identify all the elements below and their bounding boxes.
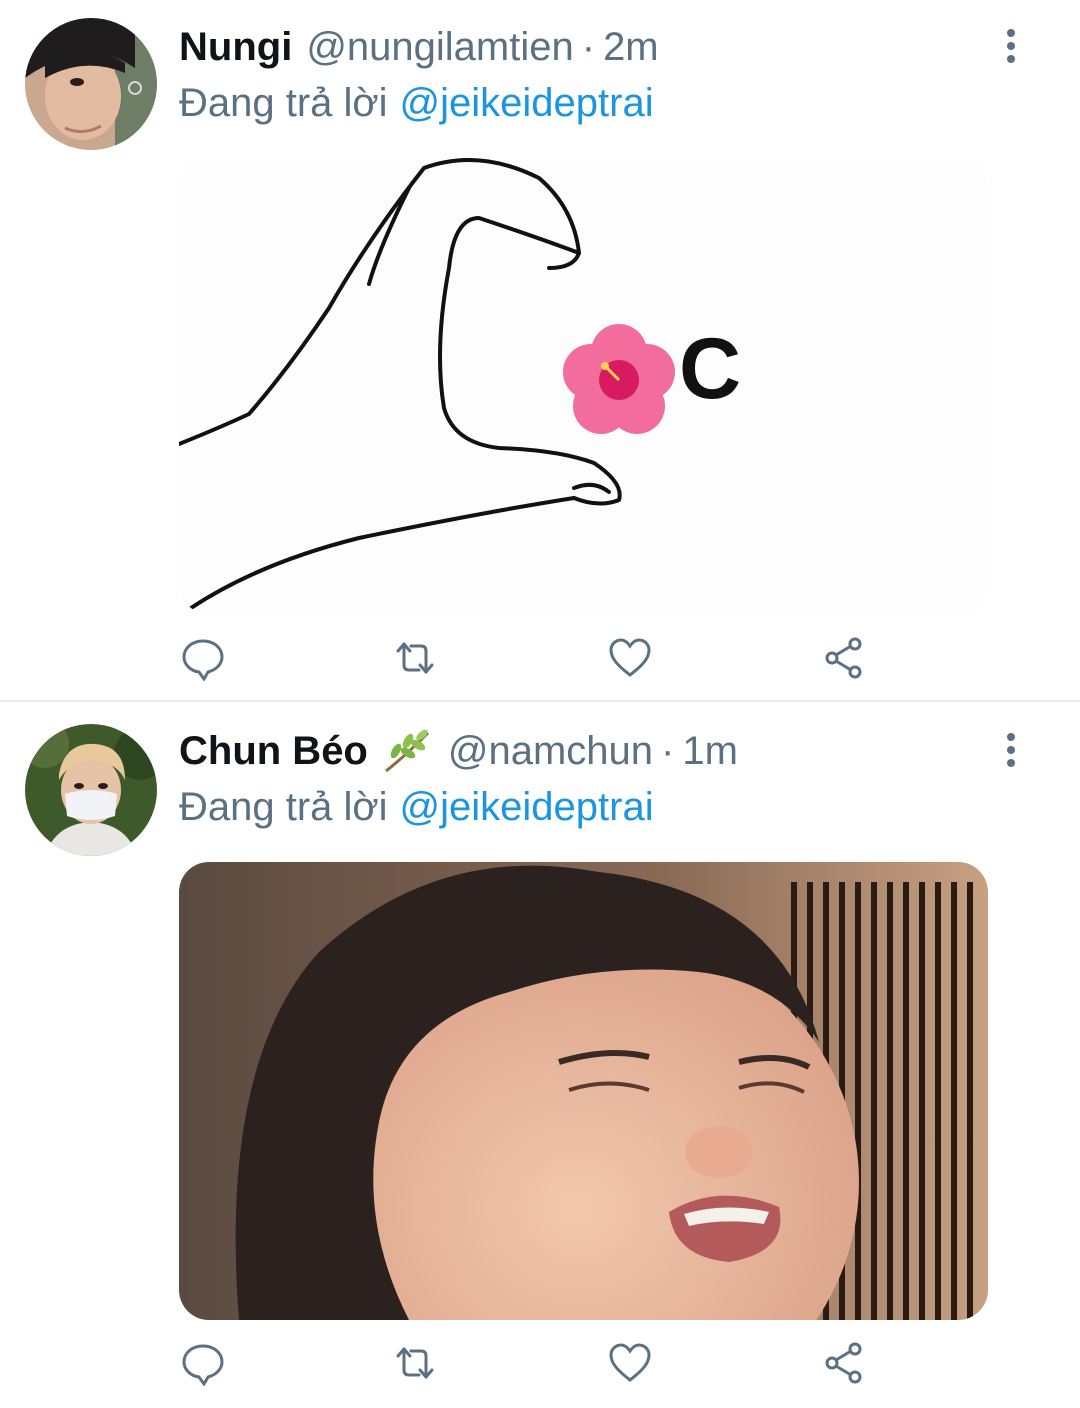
more-options-icon[interactable] (995, 26, 1027, 66)
retweet-icon[interactable] (392, 1340, 438, 1386)
tweet-image[interactable] (179, 862, 988, 1320)
tweet-actions (179, 1340, 899, 1386)
separator: · (581, 25, 596, 69)
more-options-icon[interactable] (995, 730, 1027, 770)
reply-context: Đang trả lời @jeikeideptrai (179, 78, 654, 128)
avatar[interactable] (25, 18, 157, 150)
timestamp[interactable]: 1m (682, 726, 738, 776)
avatar[interactable] (25, 724, 157, 856)
tweet-image[interactable]: C (179, 158, 988, 614)
tweet-header: Nungi @nungilamtien · 2m (179, 22, 659, 72)
reply-context: Đang trả lời @jeikeideptrai (179, 782, 654, 832)
reply-prefix: Đang trả lời (179, 785, 388, 829)
mention-link[interactable]: @jeikeideptrai (400, 785, 654, 829)
leaf-emoji-icon (382, 729, 434, 773)
reply-prefix: Đang trả lời (179, 81, 388, 125)
crying-child-photo (179, 862, 988, 1320)
overlay-letter: C (679, 321, 741, 417)
retweet-icon[interactable] (392, 635, 438, 681)
display-name[interactable]: Nungi (179, 22, 292, 72)
avatar-photo (25, 724, 157, 856)
user-handle[interactable]: @namchun (448, 726, 653, 776)
like-icon[interactable] (607, 635, 653, 681)
tweet-actions (179, 635, 899, 681)
timestamp[interactable]: 2m (603, 22, 659, 72)
reply-icon[interactable] (180, 635, 226, 681)
reply-icon[interactable] (180, 1340, 226, 1386)
tweet[interactable]: Chun Béo @namchun · 1m Đang trả lời @jeik… (0, 704, 1080, 1408)
tweet-header: Chun Béo @namchun · 1m (179, 726, 738, 776)
user-handle[interactable]: @nungilamtien (306, 22, 573, 72)
share-icon[interactable] (821, 635, 867, 681)
mention-link[interactable]: @jeikeideptrai (400, 81, 654, 125)
heart-hand-drawing: C (179, 158, 988, 614)
tweet[interactable]: Nungi @nungilamtien · 2m Đang trả lời @je… (0, 0, 1080, 702)
display-name[interactable]: Chun Béo (179, 726, 368, 776)
separator: · (661, 729, 675, 773)
share-icon[interactable] (821, 1340, 867, 1386)
avatar-photo (25, 18, 157, 150)
like-icon[interactable] (607, 1340, 653, 1386)
